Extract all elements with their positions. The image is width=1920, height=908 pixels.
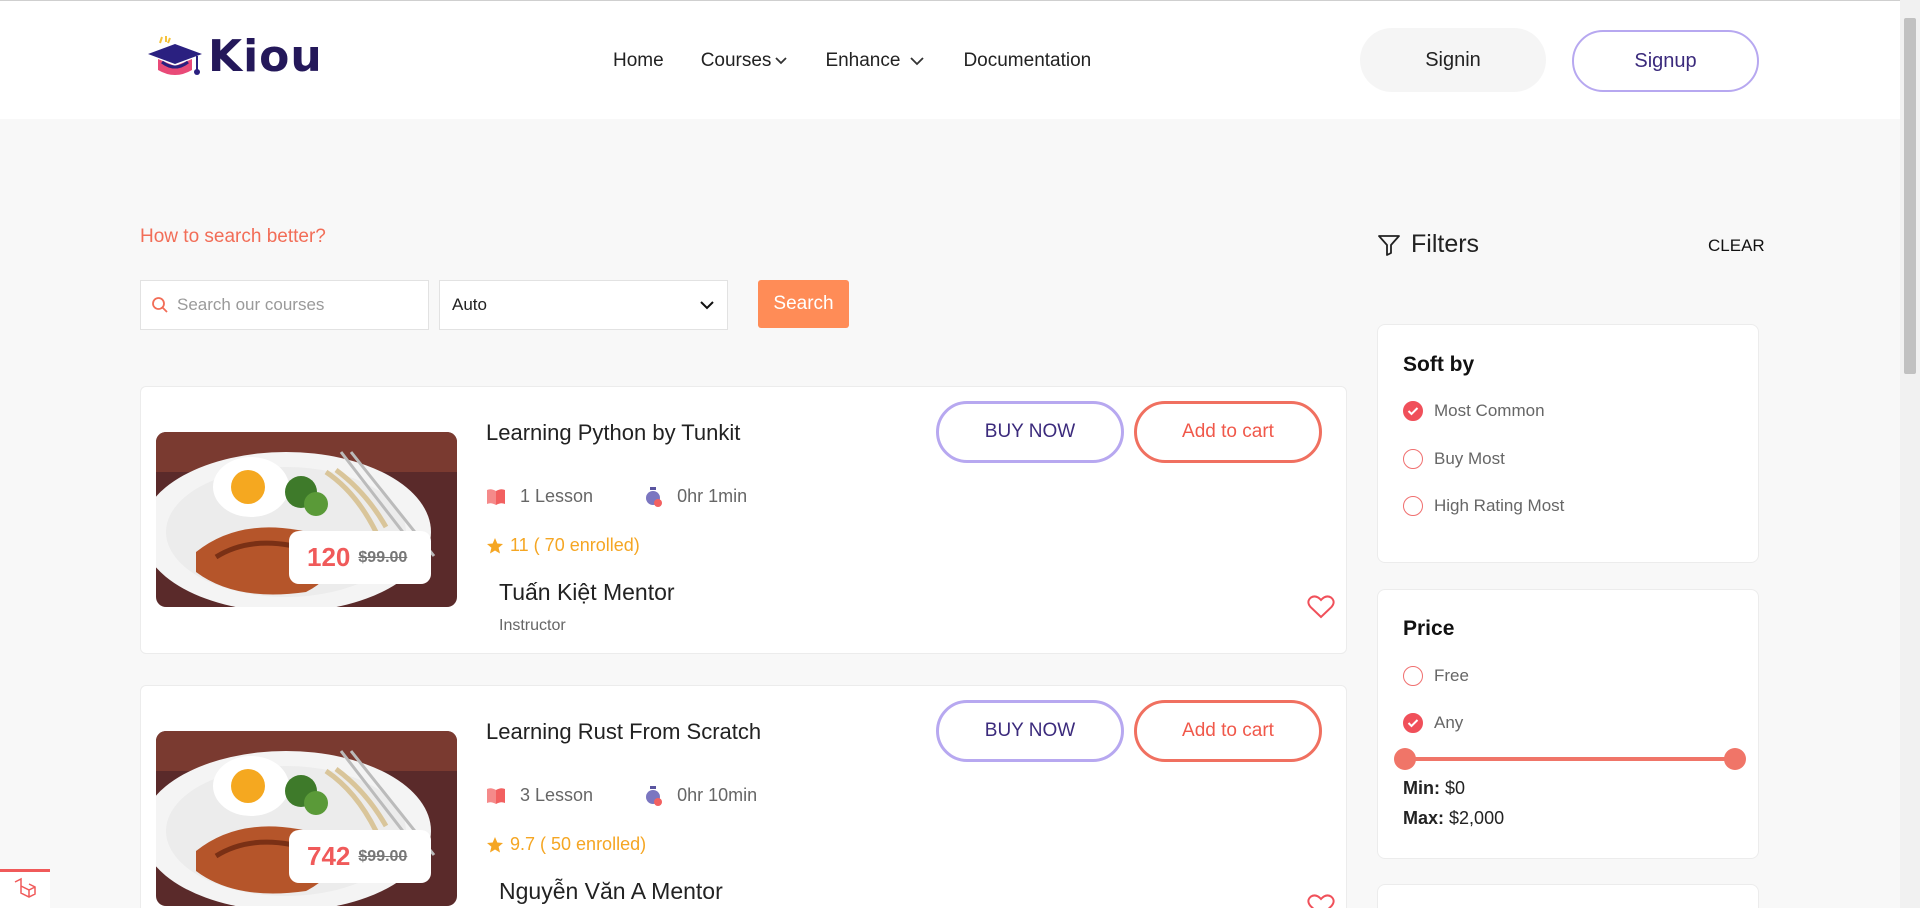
search-mode-value: Auto [452, 295, 487, 314]
price-tag: 120 $99.00 [289, 531, 431, 584]
price-min: Min: $0 [1403, 778, 1465, 799]
sort-option-label: High Rating Most [1434, 496, 1565, 515]
price-option-label: Free [1434, 666, 1469, 685]
mentor-name[interactable]: Nguyễn Văn A Mentor [499, 878, 723, 905]
price-option-free[interactable]: Free [1403, 666, 1469, 686]
price-option-label: Any [1434, 713, 1464, 732]
course-rating: 9.7 ( 50 enrolled) [486, 834, 646, 855]
next-filter-panel [1377, 884, 1759, 908]
course-title[interactable]: Learning Python by Tunkit [486, 420, 740, 446]
price-min-label: Min: [1403, 778, 1440, 798]
main-nav: Home Courses Enhance Documentation [613, 50, 1128, 72]
rating-text: 11 ( 70 enrolled) [510, 535, 640, 555]
clear-filters-button[interactable]: CLEAR [1708, 236, 1765, 256]
course-card: 120 $99.00 Learning Python by Tunkit BUY… [140, 386, 1347, 654]
course-card: 742 $99.00 Learning Rust From Scratch BU… [140, 685, 1347, 908]
debug-badge[interactable] [0, 869, 50, 908]
book-icon [486, 488, 506, 506]
heart-icon[interactable] [1307, 894, 1335, 908]
course-thumbnail[interactable]: 742 $99.00 [156, 731, 457, 906]
price-max: Max: $2,000 [1403, 808, 1504, 829]
laravel-icon [14, 877, 36, 898]
radio-checked-icon [1403, 401, 1423, 421]
chevron-down-icon [910, 57, 925, 66]
price-original: $99.00 [358, 847, 408, 865]
price-max-value: $2,000 [1449, 808, 1505, 828]
brand-logo[interactable]: Kiou [146, 31, 323, 82]
filters-title: Filters [1411, 230, 1480, 258]
sort-option-high-rating[interactable]: High Rating Most [1403, 496, 1564, 516]
search-button[interactable]: Search [758, 280, 849, 328]
radio-checked-icon [1403, 713, 1423, 733]
mentor-role: Instructor [499, 617, 566, 634]
filter-icon [1378, 234, 1400, 256]
book-icon [486, 787, 506, 805]
lesson-count: 3 Lesson [520, 785, 594, 805]
add-to-cart-button[interactable]: Add to cart [1134, 700, 1322, 762]
heart-icon[interactable] [1307, 595, 1335, 619]
course-meta: 3 Lesson 0hr 10min [486, 785, 757, 806]
price-original: $99.00 [358, 548, 408, 566]
sort-option-label: Buy Most [1434, 449, 1505, 468]
sort-panel-title: Soft by [1403, 353, 1475, 376]
filters-header: Filters [1377, 230, 1479, 259]
chevron-down-icon [700, 301, 714, 310]
course-meta: 1 Lesson 0hr 1min [486, 486, 747, 507]
course-thumbnail[interactable]: 120 $99.00 [156, 432, 457, 607]
lesson-count: 1 Lesson [520, 486, 594, 506]
add-to-cart-button[interactable]: Add to cart [1134, 401, 1322, 463]
nav-documentation-label: Documentation [963, 50, 1092, 71]
signup-button[interactable]: Signup [1572, 30, 1759, 92]
nav-enhance-label: Enhance [825, 50, 901, 71]
nav-documentation[interactable]: Documentation [963, 50, 1091, 72]
buy-now-button[interactable]: BUY NOW [936, 401, 1124, 463]
sort-option-label: Most Common [1434, 401, 1545, 420]
search-input[interactable]: Search our courses [140, 280, 429, 330]
rating-text: 9.7 ( 50 enrolled) [510, 834, 647, 854]
nav-home[interactable]: Home [613, 50, 664, 72]
stopwatch-icon [643, 486, 663, 507]
price-panel-title: Price [1403, 617, 1455, 640]
price-min-value: $0 [1445, 778, 1466, 798]
mentor-name[interactable]: Tuấn Kiệt Mentor [499, 579, 675, 606]
slider-min-handle[interactable] [1394, 748, 1416, 770]
search-placeholder: Search our courses [177, 295, 325, 314]
price-range-slider[interactable] [1394, 748, 1746, 770]
price-tag: 742 $99.00 [289, 830, 431, 883]
search-help-link[interactable]: How to search better? [140, 226, 326, 248]
search-mode-select[interactable]: Auto [439, 280, 728, 330]
course-duration: 0hr 10min [677, 785, 758, 805]
star-icon [487, 537, 503, 553]
buy-now-button[interactable]: BUY NOW [936, 700, 1124, 762]
scrollbar-thumb[interactable] [1904, 18, 1916, 374]
price-current: 742 [307, 841, 351, 871]
nav-enhance[interactable]: Enhance [825, 50, 926, 72]
scrollbar[interactable] [1900, 0, 1920, 908]
price-option-any[interactable]: Any [1403, 713, 1463, 733]
brand-name: Kiou [208, 31, 323, 82]
site-header: Kiou Home Courses Enhance Documentation … [0, 1, 1900, 119]
sort-option-buy-most[interactable]: Buy Most [1403, 449, 1505, 469]
radio-icon [1403, 449, 1423, 469]
signin-button[interactable]: Signin [1360, 28, 1546, 92]
chevron-down-icon [775, 57, 788, 65]
search-icon [152, 297, 168, 313]
course-rating: 11 ( 70 enrolled) [486, 535, 640, 556]
nav-home-label: Home [613, 50, 664, 71]
radio-icon [1403, 496, 1423, 516]
star-icon [487, 836, 503, 852]
stopwatch-icon [643, 785, 663, 806]
graduation-cap-icon [148, 35, 202, 75]
radio-icon [1403, 666, 1423, 686]
course-title[interactable]: Learning Rust From Scratch [486, 719, 761, 745]
course-duration: 0hr 1min [677, 486, 748, 506]
price-max-label: Max: [1403, 808, 1445, 828]
nav-courses[interactable]: Courses [701, 50, 789, 72]
slider-max-handle[interactable] [1724, 748, 1746, 770]
price-panel: Price Free Any Min: $0 Max: $2,000 [1377, 589, 1759, 859]
nav-courses-label: Courses [700, 50, 772, 71]
price-current: 120 [307, 542, 351, 572]
sort-panel: Soft by Most Common Buy Most High Rating… [1377, 324, 1759, 563]
sort-option-most-common[interactable]: Most Common [1403, 401, 1545, 421]
